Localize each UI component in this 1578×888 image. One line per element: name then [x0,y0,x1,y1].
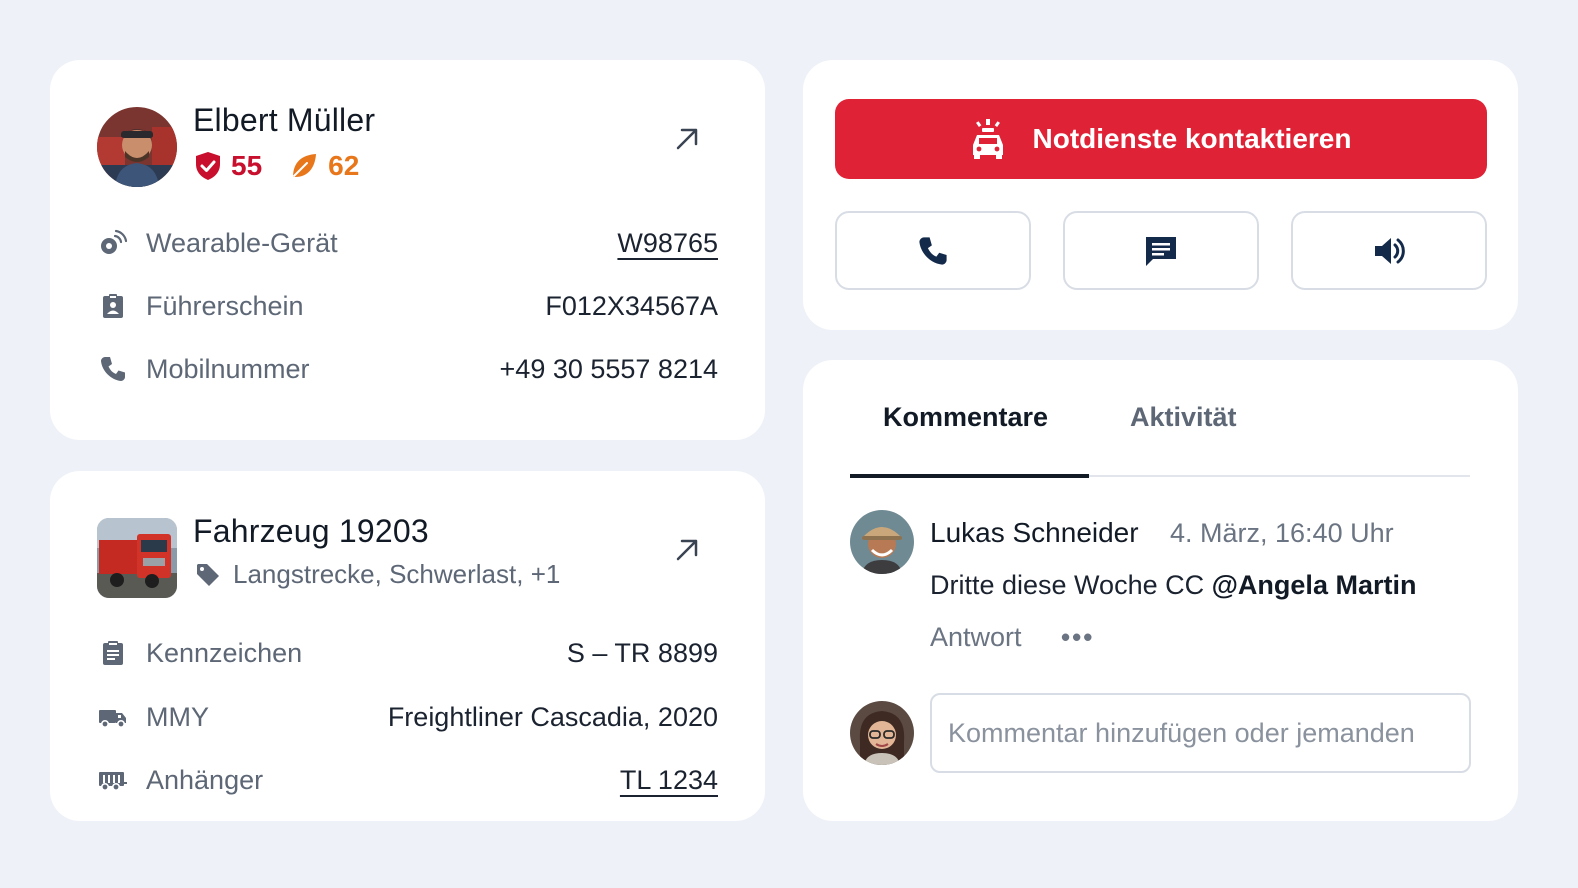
driver-row-license: Führerschein F012X34567A [98,286,718,326]
tab-activity[interactable]: Aktivität [1130,402,1237,433]
message-button[interactable] [1063,211,1259,290]
vehicle-tags: Langstrecke, Schwerlast, +1 [195,559,560,590]
trailer-link[interactable]: TL 1234 [620,765,718,796]
vehicle-tags-text: Langstrecke, Schwerlast, +1 [233,559,561,589]
driver-card: Elbert Müller 55 62 Wearable-Gerät W9876… [50,60,765,440]
comment-body: Dritte diese Woche CC @Angela Martin [930,570,1416,601]
message-icon [1146,236,1176,266]
comment-mention[interactable]: @Angela Martin [1212,570,1417,600]
leaf-icon [293,154,317,177]
comments-card: Kommentare Aktivität Lukas Schneider 4. … [803,360,1518,821]
shield-check-icon [196,152,220,180]
reply-button[interactable]: Antwort [930,622,1022,653]
comment-author: Lukas Schneider [930,517,1139,548]
active-tab-indicator [850,474,1089,478]
comment-input[interactable] [930,693,1471,773]
truck-icon [99,710,126,728]
vehicle-card: Fahrzeug 19203 Langstrecke, Schwerlast, … [50,471,765,821]
announce-button[interactable] [1291,211,1487,290]
license-icon [103,294,123,318]
vehicle-row-plate: Kennzeichen S – TR 8899 [98,633,718,673]
comment-timestamp: 4. März, 16:40 Uhr [1170,518,1394,548]
vehicle-name: Fahrzeug 19203 [193,513,429,549]
emergency-contact-label: Notdienste kontaktieren [1032,123,1352,154]
wearable-label: Wearable-Gerät [146,227,338,258]
tab-comments[interactable]: Kommentare [883,402,1048,433]
contact-card: Notdienste kontaktieren [803,60,1518,330]
eco-score-value: 62 [328,150,360,181]
comment-author-avatar [850,510,914,574]
vehicle-row-trailer: Anhänger TL 1234 [98,760,718,800]
driver-row-mobile: Mobilnummer +49 30 5557 8214 [98,349,718,389]
emergency-contact-button[interactable]: Notdienste kontaktieren [835,99,1487,179]
driver-row-wearable: Wearable-Gerät W98765 [98,223,718,263]
trailer-icon [99,772,127,791]
driver-scores: 55 62 [195,150,387,182]
safety-score-value: 55 [231,150,263,181]
comment-text: Dritte diese Woche CC [930,570,1212,600]
driver-name: Elbert Müller [193,102,376,138]
call-button[interactable] [835,211,1031,290]
speaker-icon [1375,237,1405,264]
mmy-value: Freightliner Cascadia, 2020 [387,701,718,732]
mobile-value: +49 30 5557 8214 [499,353,718,384]
eco-score: 62 [290,150,359,182]
tag-icon [197,563,219,586]
phone-icon [101,357,125,381]
plate-value: S – TR 8899 [566,637,718,668]
clipboard-icon [103,641,123,665]
open-external-icon[interactable] [672,124,702,154]
vehicle-row-mmy: MMY Freightliner Cascadia, 2020 [98,697,718,737]
wearable-icon [101,229,128,254]
license-label: Führerschein [146,290,304,321]
open-external-icon[interactable] [672,535,702,565]
mmy-label: MMY [146,701,209,732]
emergency-vehicle-icon [972,119,1003,159]
phone-icon [919,236,947,265]
plate-label: Kennzeichen [146,637,303,668]
driver-avatar [97,107,177,187]
more-options-icon[interactable]: ••• [1061,622,1094,653]
wearable-link[interactable]: W98765 [617,228,718,259]
safety-score: 55 [195,150,262,182]
vehicle-thumbnail [97,518,177,598]
mobile-label: Mobilnummer [146,353,310,384]
license-value: F012X34567A [545,290,718,321]
current-user-avatar [850,701,914,765]
trailer-label: Anhänger [146,764,264,795]
